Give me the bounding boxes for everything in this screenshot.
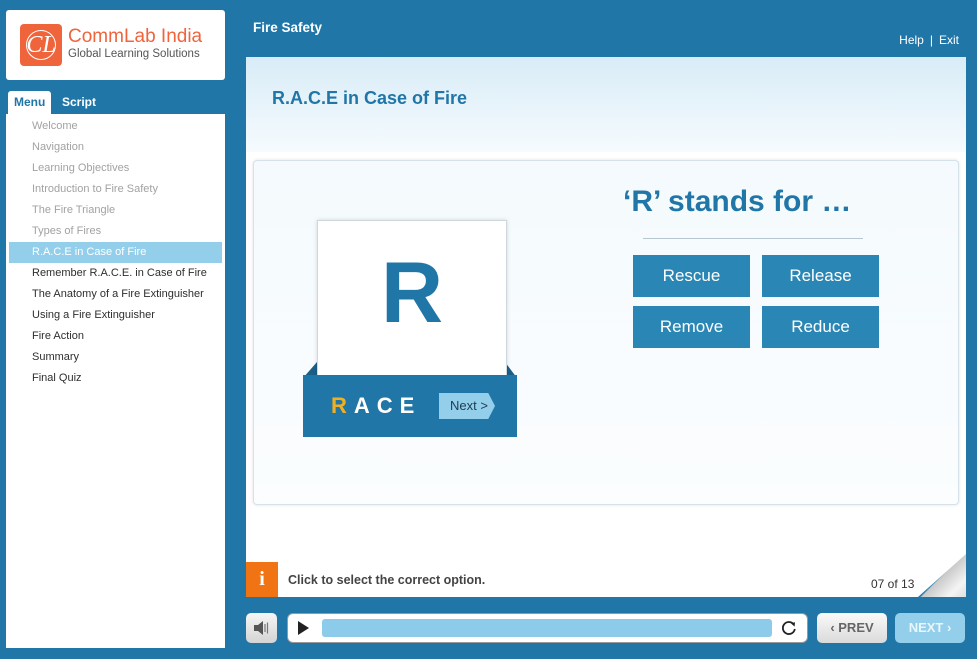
- race-word: RACE: [331, 393, 421, 419]
- sidebar-item[interactable]: R.A.C.E in Case of Fire: [9, 242, 222, 263]
- sidebar-item[interactable]: Fire Action: [9, 326, 222, 347]
- question-divider: [643, 238, 863, 239]
- sidebar-item[interactable]: Welcome: [9, 116, 222, 137]
- next-label: NEXT: [908, 620, 944, 635]
- page-curl-icon: [918, 554, 966, 597]
- option-reduce-button[interactable]: Reduce: [762, 306, 879, 348]
- audio-button[interactable]: [246, 613, 277, 643]
- chevron-right-icon: ›: [943, 620, 952, 635]
- next-button[interactable]: NEXT ›: [895, 613, 965, 643]
- sidebar-item[interactable]: Introduction to Fire Safety: [9, 179, 222, 200]
- bottom-strip: [0, 653, 977, 659]
- sidebar-item[interactable]: Learning Objectives: [9, 158, 222, 179]
- menu-panel: Welcome Navigation Learning Objectives Intr…: [6, 114, 225, 648]
- race-bar: RACE Next >: [303, 375, 517, 437]
- sidebar-item[interactable]: Summary: [9, 347, 222, 368]
- info-icon: i: [246, 562, 278, 597]
- exit-link[interactable]: Exit: [939, 33, 959, 47]
- sidebar-item[interactable]: The Fire Triangle: [9, 200, 222, 221]
- progress-fill: [322, 619, 772, 637]
- sidebar-item[interactable]: The Anatomy of a Fire Extinguisher: [9, 284, 222, 305]
- sidebar-item[interactable]: Remember R.A.C.E. in Case of Fire: [9, 263, 222, 284]
- sidebar-item[interactable]: Final Quiz: [9, 368, 222, 389]
- tab-menu[interactable]: Menu: [8, 91, 52, 115]
- race-next-button[interactable]: Next >: [439, 393, 495, 419]
- instruction-text: Click to select the correct option.: [288, 573, 486, 587]
- sidebar-item[interactable]: Types of Fires: [9, 221, 222, 242]
- link-separator: |: [929, 33, 933, 47]
- prev-label: PREV: [838, 620, 874, 635]
- option-release-button[interactable]: Release: [762, 255, 879, 297]
- speaker-icon: [254, 621, 269, 635]
- race-highlight-letter: R: [331, 393, 354, 418]
- instruction-bar: i Click to select the correct option. 07…: [246, 554, 966, 597]
- prev-button[interactable]: ‹ PREV: [817, 613, 887, 643]
- course-title: Fire Safety: [253, 20, 323, 35]
- top-links: Help | Exit: [899, 33, 959, 47]
- content-area: R.A.C.E in Case of Fire R RACE Next > ‘R…: [246, 57, 966, 597]
- logo-tagline: Global Learning Solutions: [68, 48, 200, 60]
- commlab-logo-icon: CL: [20, 24, 62, 66]
- option-remove-button[interactable]: Remove: [633, 306, 750, 348]
- sidebar-item[interactable]: Using a Fire Extinguisher: [9, 305, 222, 326]
- replay-icon[interactable]: [780, 619, 798, 637]
- letter-card: R: [317, 220, 507, 380]
- progress-track[interactable]: [322, 619, 772, 637]
- option-rescue-button[interactable]: Rescue: [633, 255, 750, 297]
- page-counter: 07 of 13: [871, 577, 915, 591]
- play-icon[interactable]: [298, 621, 309, 635]
- slide-stage: R RACE Next > ‘R’ stands for … Rescue Re…: [253, 160, 959, 505]
- big-letter: R: [380, 245, 444, 341]
- page-title: R.A.C.E in Case of Fire: [272, 88, 468, 108]
- media-player: [287, 613, 808, 643]
- content-header: R.A.C.E in Case of Fire: [246, 57, 966, 152]
- race-remaining-letters: ACE: [353, 393, 422, 418]
- help-link[interactable]: Help: [899, 33, 924, 47]
- logo-name: CommLab India: [68, 26, 203, 47]
- logo: CL CommLab India Global Learning Solutio…: [6, 10, 225, 80]
- menu-list: Welcome Navigation Learning Objectives Intr…: [6, 114, 225, 389]
- question-text: ‘R’ stands for …: [623, 185, 852, 218]
- tab-script[interactable]: Script: [56, 91, 102, 115]
- sidebar-item[interactable]: Navigation: [9, 137, 222, 158]
